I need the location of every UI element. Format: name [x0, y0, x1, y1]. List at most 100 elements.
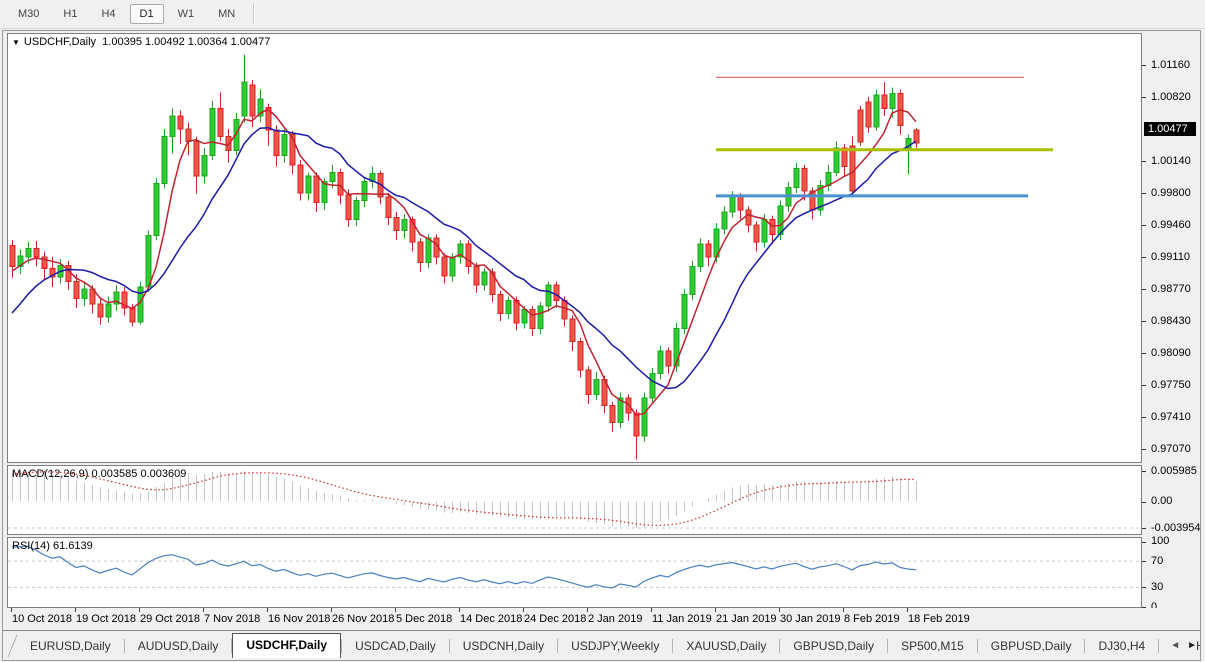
candle [282, 135, 287, 156]
candlestick-chart[interactable] [8, 34, 1141, 462]
date-label: 7 Nov 2018 [204, 613, 260, 625]
tab-dj30-h4[interactable]: DJ30,H4 [1085, 635, 1158, 657]
tab-scroll-arrows: ◄ ► [1164, 633, 1197, 657]
price-tick-label: 1.00140 [1151, 155, 1191, 167]
date-label: 21 Jan 2019 [716, 613, 777, 625]
price-tick-label: 0.97410 [1151, 411, 1191, 423]
tab-gbpusd-daily[interactable]: GBPUSD,Daily [978, 635, 1085, 657]
timeframe-button-w1[interactable]: W1 [168, 4, 205, 24]
macd-axis-tick [1142, 502, 1146, 503]
candle [858, 110, 863, 142]
candle [634, 413, 639, 436]
candle [330, 172, 335, 181]
macd-axis-tick [1142, 528, 1146, 529]
candle [26, 249, 31, 257]
main-chart-pane[interactable]: ▼USDCHF,Daily 1.00395 1.00492 1.00364 1.… [7, 33, 1142, 463]
price-axis-tick [1142, 385, 1146, 386]
candle [610, 406, 615, 423]
candle [306, 176, 311, 193]
rsi-tick-label: 70 [1151, 555, 1163, 567]
date-label: 16 Nov 2018 [268, 613, 330, 625]
macd-tick-label: 0.005985 [1151, 465, 1197, 477]
price-axis-tick [1142, 257, 1146, 258]
candle [98, 304, 103, 317]
timeframe-button-m30[interactable]: M30 [8, 4, 49, 24]
candle [706, 244, 711, 257]
price-axis-tick [1142, 321, 1146, 322]
macd-main-value: 0.003585 [91, 468, 137, 480]
candle [354, 201, 359, 220]
tab-usdchf-daily[interactable]: USDCHF,Daily [232, 633, 341, 658]
timeframe-button-d1[interactable]: D1 [130, 4, 164, 24]
candle [146, 235, 151, 287]
macd-axis-tick [1142, 471, 1146, 472]
date-label: 2 Jan 2019 [588, 613, 642, 625]
candle [498, 295, 503, 314]
candle [474, 266, 479, 285]
time-axis-tick [395, 608, 396, 612]
price-tick-label: 0.99110 [1151, 251, 1190, 263]
candle [162, 137, 167, 184]
tabbar-left-edge [3, 635, 17, 657]
date-label: 29 Oct 2018 [140, 613, 200, 625]
date-label: 19 Oct 2018 [76, 613, 136, 625]
candle [874, 95, 879, 127]
date-label: 26 Nov 2018 [332, 613, 394, 625]
candle [642, 398, 647, 436]
tab-usdcad-daily[interactable]: USDCAD,Daily [342, 635, 449, 657]
rsi-pane[interactable]: RSI(14) 61.6139 [7, 537, 1142, 608]
candle [170, 116, 175, 137]
tab-usdcnh-daily[interactable]: USDCNH,Daily [450, 635, 557, 657]
timeframe-button-h1[interactable]: H1 [53, 4, 87, 24]
time-axis-tick [843, 608, 844, 612]
tab-usdjpy-weekly[interactable]: USDJPY,Weekly [558, 635, 672, 657]
price-axis-tick [1142, 417, 1146, 418]
candle [314, 176, 319, 202]
time-axis-tick [267, 608, 268, 612]
timeframe-button-mn[interactable]: MN [208, 4, 245, 24]
date-label: 5 Dec 2018 [396, 613, 452, 625]
price-axis[interactable]: 1.011601.008201.001400.998000.994600.991… [1142, 31, 1200, 660]
candle [418, 242, 423, 263]
candle [338, 172, 343, 195]
time-axis-tick [75, 608, 76, 612]
candle [890, 93, 895, 108]
candle [506, 300, 511, 313]
price-tick-label: 0.98430 [1151, 315, 1191, 327]
candle [522, 310, 527, 323]
macd-tick-label: 0.00 [1151, 495, 1172, 507]
price-tick-label: 0.98090 [1151, 347, 1191, 359]
date-label: 30 Jan 2019 [780, 613, 841, 625]
time-axis[interactable]: 10 Oct 201819 Oct 201829 Oct 20187 Nov 2… [3, 608, 1200, 630]
candle [650, 374, 655, 398]
candle [194, 141, 199, 176]
tab-eurusd-daily[interactable]: EURUSD,Daily [17, 635, 124, 657]
candle [682, 295, 687, 329]
candle [746, 210, 751, 225]
tab-sp500-m15[interactable]: SP500,M15 [888, 635, 977, 657]
price-axis-tick [1142, 97, 1146, 98]
price-axis-tick [1142, 65, 1146, 66]
timeframe-toolbar: M30H1H4D1W1MN [0, 0, 1205, 29]
scroll-tabs-right-icon[interactable]: ► [1187, 640, 1197, 651]
tab-audusd-daily[interactable]: AUDUSD,Daily [125, 635, 232, 657]
timeframe-button-h4[interactable]: H4 [91, 4, 125, 24]
price-axis-tick [1142, 289, 1146, 290]
symbol-dropdown-icon[interactable]: ▼ [12, 38, 20, 47]
candle [666, 351, 671, 366]
candle [570, 319, 575, 342]
candle [178, 116, 183, 129]
price-axis-tick [1142, 353, 1146, 354]
macd-pane[interactable]: MACD(12,26,9) 0.003585 0.003609 [7, 465, 1142, 535]
candle [738, 197, 743, 210]
rsi-tick-label: 100 [1151, 535, 1169, 547]
tab-xauusd-daily[interactable]: XAUUSD,Daily [673, 635, 779, 657]
candle [202, 155, 207, 176]
scroll-tabs-left-icon[interactable]: ◄ [1170, 640, 1180, 651]
tab-gbpusd-daily[interactable]: GBPUSD,Daily [780, 635, 887, 657]
candle [914, 130, 919, 143]
rsi-axis-tick [1142, 542, 1146, 543]
price-tick-label: 0.98770 [1151, 283, 1191, 295]
rsi-chart[interactable] [8, 538, 1141, 607]
candle [770, 219, 775, 234]
